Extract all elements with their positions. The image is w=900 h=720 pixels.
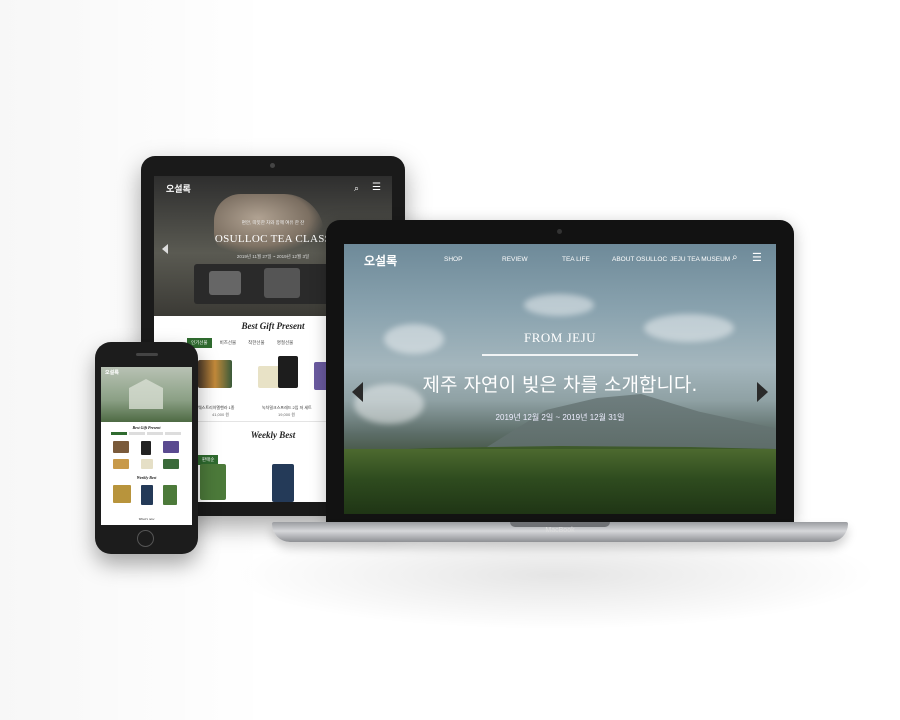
phone-device: 오설록 Best Gift Present Weekly Best What's… xyxy=(95,342,198,554)
nav-jeju-tea-museum[interactable]: JEJU TEA MUSEUM xyxy=(670,256,730,263)
best-gift-title: Best Gift Present xyxy=(132,425,161,430)
product-price: 41,000 원 xyxy=(212,412,230,417)
laptop-logo[interactable]: 오설록 xyxy=(364,252,397,269)
tab-business-gift[interactable] xyxy=(129,432,145,435)
laptop-brand: MacBook xyxy=(545,527,575,534)
weekly-best-title: Weekly Best xyxy=(136,475,157,480)
product-price: 19,000 원 xyxy=(278,412,296,417)
tab-business-gift[interactable]: 비즈선물 xyxy=(216,338,241,348)
home-button[interactable] xyxy=(137,530,154,547)
tab-holiday-gift[interactable] xyxy=(165,432,181,435)
menu-icon[interactable]: ☰ xyxy=(372,182,381,193)
cloud xyxy=(524,294,594,316)
phone-screen: 오설록 Best Gift Present Weekly Best What's… xyxy=(101,367,192,525)
nav-tea-life[interactable]: TEA LIFE xyxy=(562,256,590,263)
product-image[interactable] xyxy=(163,441,179,453)
tab-kind-gift[interactable] xyxy=(147,432,163,435)
tea-cup xyxy=(209,271,241,295)
gift-tabs xyxy=(111,432,183,436)
product-name: 웨스트리아엘헨라 1종 xyxy=(198,405,235,410)
nav-shop[interactable]: SHOP xyxy=(444,256,462,263)
product-image[interactable] xyxy=(113,441,129,453)
nav-about-osulloc[interactable]: ABOUT OSULLOC xyxy=(612,256,667,263)
hero-rule xyxy=(482,354,638,356)
phone-speaker xyxy=(136,353,158,356)
prev-arrow-icon[interactable] xyxy=(162,244,168,254)
nav-review[interactable]: REVIEW xyxy=(502,256,528,263)
product-image[interactable] xyxy=(113,459,129,469)
product-image[interactable] xyxy=(272,464,294,502)
search-icon[interactable]: ⌕ xyxy=(732,252,738,263)
product-name: 녹차밀크스프레드 2입 저 세트 xyxy=(262,405,312,410)
product-image[interactable] xyxy=(163,485,177,505)
hero-eyebrow: FROM JEJU xyxy=(523,330,597,345)
phone-logo[interactable]: 오설록 xyxy=(105,369,119,376)
laptop-camera xyxy=(557,229,562,234)
menu-icon[interactable]: ☰ xyxy=(752,251,762,264)
product-image[interactable] xyxy=(163,459,179,469)
tablet-camera xyxy=(270,163,275,168)
green-tea-field xyxy=(344,449,776,514)
tab-holiday-gift[interactable]: 명절선물 xyxy=(273,338,298,348)
laptop-lid: 오설록 SHOP REVIEW TEA LIFE ABOUT OSULLOC J… xyxy=(326,220,794,522)
product-image[interactable] xyxy=(278,356,298,388)
product-image[interactable] xyxy=(198,360,232,388)
product-image[interactable] xyxy=(113,485,131,503)
gift-tabs: 인기선물 비즈선물 착한선물 명절선물 xyxy=(187,338,297,348)
product-image[interactable] xyxy=(141,441,151,455)
tea-cup xyxy=(264,268,300,298)
product-image[interactable] xyxy=(141,485,153,505)
next-arrow-icon[interactable] xyxy=(757,382,768,402)
tab-popular-gift[interactable] xyxy=(111,432,127,435)
greenhouse-image xyxy=(129,379,163,409)
product-image[interactable] xyxy=(141,459,153,469)
tablet-logo[interactable]: 오설록 xyxy=(166,182,191,195)
product-image[interactable] xyxy=(200,464,226,500)
whats-new-title: What's new xyxy=(138,517,155,521)
hero-headline: 제주 자연이 빚은 차를 소개합니다. xyxy=(422,374,698,396)
hero-date: 2019년 12월 2일 ~ 2019년 12월 31일 xyxy=(495,413,625,422)
laptop-screen: 오설록 SHOP REVIEW TEA LIFE ABOUT OSULLOC J… xyxy=(344,244,776,514)
tab-kind-gift[interactable]: 착한선물 xyxy=(244,338,269,348)
prev-arrow-icon[interactable] xyxy=(352,382,363,402)
search-icon[interactable]: ⌕ xyxy=(354,183,359,194)
